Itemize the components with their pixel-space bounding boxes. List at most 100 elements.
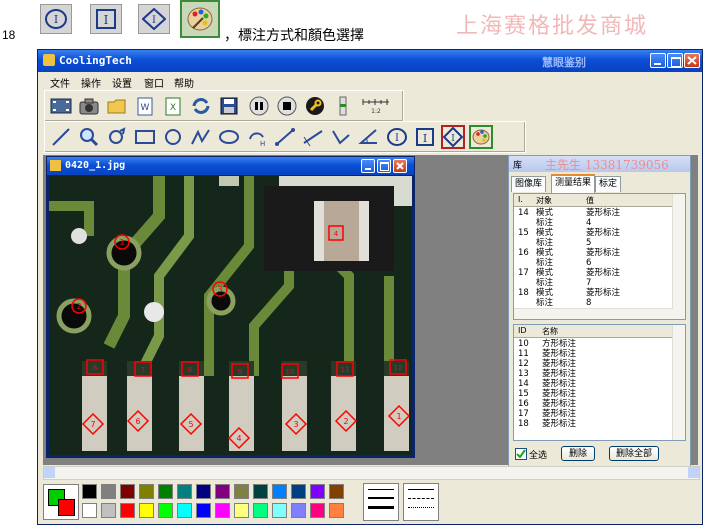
- current-color-box[interactable]: [43, 484, 79, 520]
- color-swatch[interactable]: [291, 503, 306, 518]
- scroll-left-arrow[interactable]: [44, 467, 55, 478]
- color-swatch[interactable]: [310, 484, 325, 499]
- close-button[interactable]: [684, 53, 700, 68]
- refresh-icon[interactable]: [189, 94, 213, 118]
- name-cell-id[interactable]: 18: [518, 419, 529, 429]
- rectangle-tool-icon[interactable]: [133, 125, 157, 149]
- color-swatch[interactable]: [158, 503, 173, 518]
- color-swatch[interactable]: [82, 503, 97, 518]
- image-close-button[interactable]: [393, 159, 407, 173]
- color-swatch[interactable]: [82, 484, 97, 499]
- delete-all-button[interactable]: 删除全部: [609, 446, 659, 461]
- color-swatch[interactable]: [310, 503, 325, 518]
- angle-tool-icon[interactable]: [329, 125, 353, 149]
- color-swatch[interactable]: [291, 484, 306, 499]
- name-cell-id[interactable]: 17: [518, 409, 529, 419]
- dimension-tool-icon[interactable]: [301, 125, 325, 149]
- line-width-selector[interactable]: [363, 483, 399, 521]
- color-swatch[interactable]: [253, 503, 268, 518]
- circle-tool-icon[interactable]: [161, 125, 185, 149]
- image-minimize-button[interactable]: [361, 159, 375, 173]
- color-swatch[interactable]: [120, 484, 135, 499]
- name-cell-name[interactable]: 菱形标注: [542, 389, 576, 399]
- spreadsheet-icon[interactable]: X: [161, 94, 185, 118]
- ruler-scale-icon[interactable]: 1:2: [359, 94, 393, 118]
- measure-scrollbar[interactable]: [672, 194, 685, 319]
- tab-image-library[interactable]: 图像库: [511, 176, 547, 192]
- color-swatch[interactable]: [196, 503, 211, 518]
- color-swatch[interactable]: [139, 503, 154, 518]
- name-cell-name[interactable]: 方形标注: [542, 339, 576, 349]
- color-swatch[interactable]: [196, 484, 211, 499]
- ellipse-tool-icon[interactable]: [217, 125, 241, 149]
- color-swatch[interactable]: [272, 484, 287, 499]
- minimize-button[interactable]: [650, 53, 666, 68]
- pause-icon[interactable]: [247, 94, 271, 118]
- diamond-label-tool-icon[interactable]: I: [441, 125, 465, 149]
- name-cell-name[interactable]: 菱形标注: [542, 369, 576, 379]
- color-swatch[interactable]: [234, 484, 249, 499]
- menu-file[interactable]: 文件: [50, 75, 70, 90]
- stop-icon[interactable]: [275, 94, 299, 118]
- measure-line-icon[interactable]: [273, 125, 297, 149]
- name-cell-id[interactable]: 14: [518, 379, 529, 389]
- name-cell-name[interactable]: 菱形标注: [542, 359, 576, 369]
- color-swatch[interactable]: [158, 484, 173, 499]
- measure-hscrollbar[interactable]: [514, 308, 673, 319]
- name-cell-name[interactable]: 菱形标注: [542, 409, 576, 419]
- color-swatch[interactable]: [329, 503, 344, 518]
- name-cell-id[interactable]: 10: [518, 339, 529, 349]
- line-tool-icon[interactable]: [49, 125, 73, 149]
- color-swatch[interactable]: [215, 503, 230, 518]
- name-cell-name[interactable]: 菱形标注: [542, 419, 576, 429]
- menu-help[interactable]: 帮助: [174, 75, 194, 90]
- tab-measure-results[interactable]: 测量结果: [551, 174, 596, 194]
- name-cell-name[interactable]: 菱形标注: [542, 399, 576, 409]
- measure-results-list[interactable]: I. 对象 值 14 模式 菱形标注 标注 4 15 模式 菱形标注 标注 5 16 模式 菱形标注 标注…: [513, 193, 686, 320]
- color-swatch[interactable]: [120, 503, 135, 518]
- color-swatch[interactable]: [139, 484, 154, 499]
- square-label-tool-icon[interactable]: I: [413, 125, 437, 149]
- color-swatch[interactable]: [234, 503, 249, 518]
- maximize-button[interactable]: [667, 53, 683, 68]
- color-palette-tool-icon[interactable]: [469, 125, 493, 149]
- color-swatch[interactable]: [215, 484, 230, 499]
- pcb-microscope-image[interactable]: 1 2 3 4 6 7 8 9 10 11 12 1 2 3 4 5 6 7: [49, 176, 412, 455]
- color-swatch[interactable]: [253, 484, 268, 499]
- background-color[interactable]: [58, 499, 75, 516]
- image-maximize-button[interactable]: [377, 159, 391, 173]
- name-scrollbar[interactable]: [672, 325, 685, 440]
- name-cell-id[interactable]: 12: [518, 359, 529, 369]
- tab-calibration[interactable]: 标定: [595, 176, 622, 192]
- rotate-zoom-icon[interactable]: [105, 125, 129, 149]
- settings-wrench-icon[interactable]: [303, 94, 327, 118]
- color-swatch[interactable]: [101, 503, 116, 518]
- scroll-right-arrow[interactable]: [688, 467, 699, 478]
- select-all-checkbox[interactable]: [515, 448, 527, 460]
- name-cell-id[interactable]: 16: [518, 399, 529, 409]
- document-icon[interactable]: W: [133, 94, 157, 118]
- name-cell-name[interactable]: 菱形标注: [542, 379, 576, 389]
- color-swatch[interactable]: [177, 484, 192, 499]
- color-swatch[interactable]: [329, 484, 344, 499]
- arc-tool-icon[interactable]: H: [245, 125, 269, 149]
- name-cell-id[interactable]: 13: [518, 369, 529, 379]
- menu-settings[interactable]: 设置: [112, 75, 132, 90]
- name-cell-id[interactable]: 15: [518, 389, 529, 399]
- color-swatch[interactable]: [272, 503, 287, 518]
- camera-icon[interactable]: [77, 94, 101, 118]
- name-cell-id[interactable]: 11: [518, 349, 529, 359]
- angle-measure-icon[interactable]: [357, 125, 381, 149]
- color-swatch[interactable]: [101, 484, 116, 499]
- name-cell-name[interactable]: 菱形标注: [542, 349, 576, 359]
- menu-operate[interactable]: 操作: [81, 75, 101, 90]
- line-style-selector[interactable]: [403, 483, 439, 521]
- annotation-name-list[interactable]: ID 名称 10 方形标注 11 菱形标注 12 菱形标注 13 菱形标注 14 菱形标注 15 菱形…: [513, 324, 686, 441]
- delete-button[interactable]: 删除: [561, 446, 595, 461]
- menu-window[interactable]: 窗口: [144, 75, 164, 90]
- zoom-icon[interactable]: [77, 125, 101, 149]
- save-icon[interactable]: [217, 94, 241, 118]
- ellipse-label-tool-icon[interactable]: I: [385, 125, 409, 149]
- level-meter-icon[interactable]: [331, 94, 355, 118]
- main-hscrollbar[interactable]: [43, 466, 700, 480]
